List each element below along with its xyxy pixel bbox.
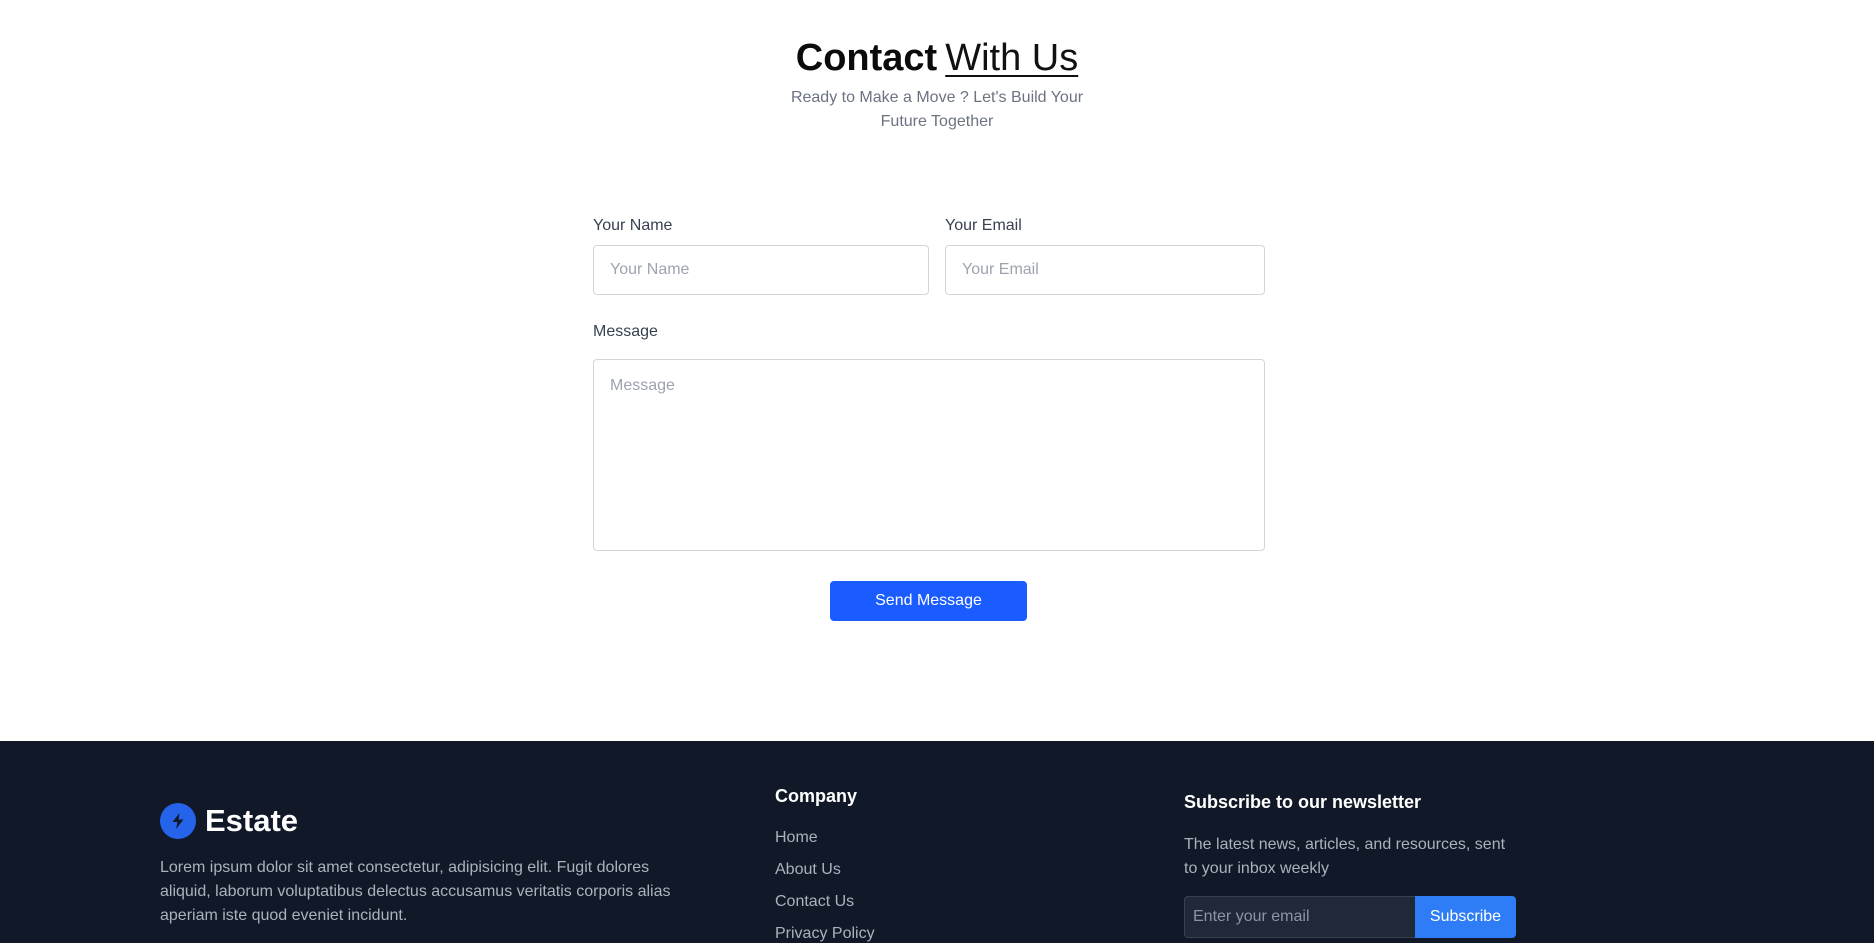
lightning-bolt-icon — [160, 803, 196, 839]
subscribe-button[interactable]: Subscribe — [1415, 896, 1516, 938]
brand-logo[interactable]: Estate — [160, 803, 298, 839]
footer-link-contact-us[interactable]: Contact Us — [775, 892, 854, 912]
footer-link-about-us[interactable]: About Us — [775, 860, 841, 880]
footer: Estate Lorem ipsum dolor sit amet consec… — [0, 741, 1874, 943]
footer-link-home[interactable]: Home — [775, 828, 818, 848]
footer-link-privacy-policy[interactable]: Privacy Policy — [775, 924, 875, 943]
newsletter-description: The latest news, articles, and resources… — [1184, 836, 1506, 877]
page-title-underlined: With Us — [945, 37, 1079, 79]
brand-name: Estate — [205, 803, 299, 838]
newsletter-email-input[interactable] — [1184, 896, 1415, 938]
send-message-button[interactable]: Send Message — [830, 581, 1027, 621]
name-label: Your Name — [593, 217, 673, 234]
email-label: Your Email — [945, 217, 1022, 234]
name-input[interactable] — [593, 245, 929, 295]
company-column-title: Company — [775, 786, 858, 806]
newsletter-title: Subscribe to our newsletter — [1184, 792, 1422, 812]
message-textarea[interactable] — [593, 359, 1265, 551]
page-title-bold: Contact — [795, 37, 938, 79]
message-label: Message — [593, 323, 658, 340]
brand-description: Lorem ipsum dolor sit amet consectetur, … — [160, 859, 671, 924]
page-title: Contact With Us — [0, 36, 1874, 80]
email-input[interactable] — [945, 245, 1265, 295]
contact-section: Contact With Us Ready to Make a Move ? Le… — [0, 0, 1874, 741]
page-subtitle: Ready to Make a Move ? Let's Build Your … — [790, 89, 1084, 130]
